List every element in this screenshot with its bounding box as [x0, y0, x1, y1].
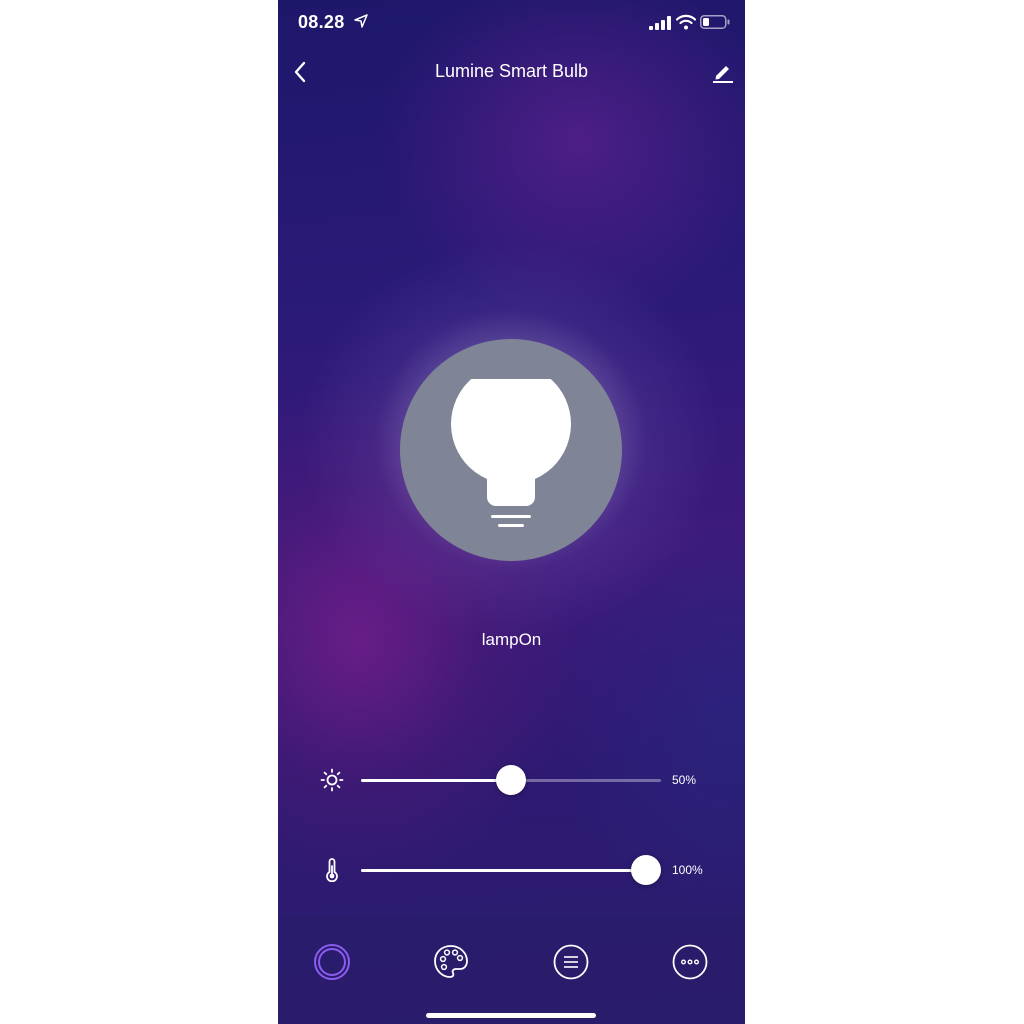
- bottom-tab-bar: [278, 916, 745, 1024]
- status-bar: 08.28: [278, 0, 745, 46]
- temperature-slider[interactable]: [361, 855, 661, 885]
- tab-scenes[interactable]: [551, 942, 591, 982]
- bulb-toggle-button[interactable]: [400, 339, 622, 561]
- brightness-slider[interactable]: [361, 765, 661, 795]
- sun-icon: [320, 768, 344, 792]
- battery-icon: [700, 15, 730, 29]
- tab-power[interactable]: [312, 942, 352, 982]
- temperature-value: 100%: [672, 863, 703, 877]
- wifi-icon: [676, 14, 696, 30]
- pencil-icon: [713, 66, 733, 83]
- list-icon: [553, 944, 589, 980]
- cellular-signal-icon: [649, 16, 671, 30]
- location-arrow-icon: [354, 14, 368, 28]
- lamp-state-label: lampOn: [481, 630, 542, 649]
- temperature-slider-fill: [361, 869, 646, 872]
- brightness-value: 50%: [672, 773, 697, 787]
- more-dots-icon: [672, 944, 708, 980]
- edit-button[interactable]: [709, 58, 737, 86]
- home-indicator: [426, 1013, 596, 1018]
- temperature-slider-row: 100%: [278, 850, 745, 890]
- light-bulb-icon: [451, 379, 571, 527]
- brightness-slider-row: 50%: [278, 760, 745, 800]
- nav-bar: Lumine Smart Bulb: [278, 52, 745, 92]
- tab-color[interactable]: [431, 942, 471, 982]
- thermometer-icon: [326, 858, 338, 882]
- app-screen: 08.28 Lumine Smart Bulb lampOn 50% 100%: [278, 0, 745, 1024]
- tab-more[interactable]: [670, 942, 710, 982]
- temperature-slider-thumb[interactable]: [631, 855, 661, 885]
- palette-icon: [434, 945, 468, 978]
- ring-icon: [314, 944, 350, 980]
- page-title: Lumine Smart Bulb: [434, 61, 589, 81]
- brightness-slider-thumb[interactable]: [496, 765, 526, 795]
- brightness-slider-fill: [361, 779, 511, 782]
- status-time: 08.28: [298, 12, 345, 32]
